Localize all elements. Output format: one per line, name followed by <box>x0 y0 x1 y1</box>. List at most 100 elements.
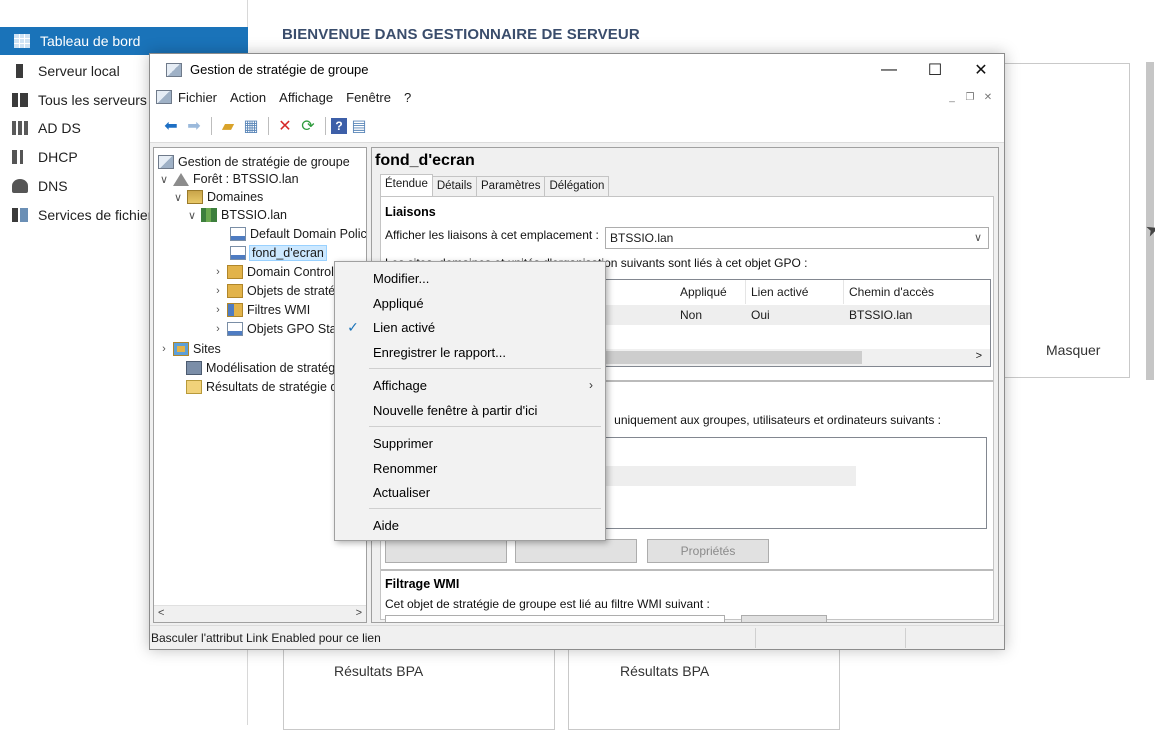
section-divider <box>381 569 993 571</box>
sidebar-item-dashboard[interactable]: Tableau de bord <box>0 27 248 55</box>
menu-bar: Fichier Action Affichage Fenêtre ? _ ❐ ✕ <box>150 85 1004 109</box>
menu-item-rename[interactable]: Renommer <box>335 456 605 480</box>
hide-link[interactable]: Masquer <box>1046 342 1100 358</box>
gpo-folder-icon <box>227 284 243 298</box>
toolbar-separator <box>211 116 212 135</box>
collapsed-chevron-icon[interactable]: › <box>212 323 224 335</box>
welcome-tile <box>990 63 1130 378</box>
collapsed-chevron-icon[interactable]: › <box>158 343 170 355</box>
bpa-results-label[interactable]: Résultats BPA <box>334 663 423 679</box>
dns-icon <box>12 179 28 193</box>
menu-item-edit[interactable]: Modifier... <box>335 266 605 290</box>
sidebar-item-label: DNS <box>38 178 68 194</box>
tree-horizontal-scrollbar[interactable]: < > <box>154 605 366 622</box>
domain-icon <box>201 208 217 222</box>
scroll-right-icon[interactable]: > <box>356 607 362 619</box>
open-wmi-filter-button[interactable] <box>741 615 827 622</box>
menu-item-new-window[interactable]: Nouvelle fenêtre à partir d'ici <box>335 398 605 422</box>
menu-item-link-enabled[interactable]: ✓ Lien activé <box>335 315 605 339</box>
sidebar-item-label: Serveur local <box>38 63 120 79</box>
menu-item-label: Supprimer <box>373 435 433 451</box>
menu-item-refresh[interactable]: Actualiser <box>335 480 605 504</box>
mdi-restore-icon[interactable]: ❐ <box>962 89 978 105</box>
tree-node-domains[interactable]: ∨ Domaines <box>172 187 263 207</box>
collapsed-chevron-icon[interactable]: › <box>212 266 224 278</box>
tab-delegation[interactable]: Délégation <box>544 176 610 196</box>
help-icon[interactable]: ? <box>331 117 347 134</box>
back-icon[interactable]: ⬅ <box>160 115 182 137</box>
bpa-results-label[interactable]: Résultats BPA <box>620 663 709 679</box>
tab-scope[interactable]: Étendue <box>380 174 433 196</box>
mdi-minimize-icon[interactable]: _ <box>944 89 960 105</box>
tree-node-label: Filtres WMI <box>247 303 311 317</box>
delete-icon[interactable]: ✕ <box>274 115 296 137</box>
menu-view[interactable]: Affichage <box>279 90 333 105</box>
refresh-icon[interactable]: ⟳ <box>297 115 319 137</box>
status-bar: Basculer l'attribut Link Enabled pour ce… <box>150 625 1004 649</box>
close-button[interactable]: ✕ <box>958 54 1004 85</box>
toolbar-separator <box>268 116 269 135</box>
cell-link-enabled: Oui <box>751 308 770 322</box>
tree-node-domain[interactable]: ∨ BTSSIO.lan <box>186 205 287 225</box>
cell-applied: Non <box>680 308 703 322</box>
expanded-chevron-icon[interactable]: ∨ <box>172 191 184 204</box>
tree-node-fond-decran[interactable]: fond_d'ecran <box>230 243 327 263</box>
tree-node-sites[interactable]: › Sites <box>158 339 221 359</box>
links-location-value: BTSSIO.lan <box>610 231 674 245</box>
dashboard-icon <box>14 34 30 48</box>
gpo-link-icon <box>230 246 246 260</box>
menu-window[interactable]: Fenêtre <box>346 90 391 105</box>
tree-node-domain-controllers[interactable]: › Domain Controllers <box>212 262 354 282</box>
tree-node-wmi-filters[interactable]: › Filtres WMI <box>212 300 310 320</box>
mdi-close-icon[interactable]: ✕ <box>980 89 996 105</box>
minimize-button[interactable]: — <box>866 54 912 85</box>
add-button[interactable] <box>385 539 507 563</box>
toolbar-separator <box>325 116 326 135</box>
collapsed-chevron-icon[interactable]: › <box>212 304 224 316</box>
column-header-link-enabled[interactable]: Lien activé <box>747 280 844 304</box>
remove-button[interactable] <box>515 539 637 563</box>
wmi-filter-select[interactable] <box>385 615 725 622</box>
collapsed-chevron-icon[interactable]: › <box>212 285 224 297</box>
menu-item-view[interactable]: Affichage › <box>335 373 605 397</box>
menu-file[interactable]: Fichier <box>178 90 217 105</box>
servers-icon <box>12 93 28 107</box>
domains-folder-icon <box>187 190 203 204</box>
scroll-right-icon[interactable]: > <box>976 350 982 362</box>
forward-icon[interactable]: ➡ <box>183 115 205 137</box>
bpa-tile-2 <box>568 640 840 730</box>
menu-item-label: Actualiser <box>373 484 431 500</box>
menu-item-label: Affichage <box>373 377 427 393</box>
tree-node-label: Gestion de stratégie de groupe <box>178 155 350 169</box>
menu-item-delete[interactable]: Supprimer <box>335 431 605 455</box>
column-header-path[interactable]: Chemin d'accès <box>845 280 990 304</box>
menu-item-save-report[interactable]: Enregistrer le rapport... <box>335 340 605 364</box>
window-title: Gestion de stratégie de groupe <box>190 62 369 77</box>
gpmc-root-icon <box>158 155 174 169</box>
tree-node-forest[interactable]: ∨ Forêt : BTSSIO.lan <box>158 169 299 189</box>
menu-item-enforced[interactable]: Appliqué <box>335 291 605 315</box>
properties-icon[interactable]: ▤ <box>348 115 370 137</box>
properties-button[interactable]: Propriétés <box>647 539 769 563</box>
sidebar-item-label: Tableau de bord <box>40 33 141 49</box>
gpmc-menu-icon[interactable] <box>156 90 172 104</box>
up-folder-icon[interactable]: ▰ <box>217 115 239 137</box>
sidebar-item-label: Tous les serveurs <box>38 92 147 108</box>
title-bar[interactable]: Gestion de stratégie de groupe — ☐ ✕ <box>150 54 1004 85</box>
gpo-title: fond_d'ecran <box>375 152 475 169</box>
maximize-button[interactable]: ☐ <box>912 54 958 85</box>
show-hide-tree-icon[interactable]: ▦ <box>240 115 262 137</box>
checkmark-icon: ✓ <box>347 318 359 335</box>
tab-settings[interactable]: Paramètres <box>476 176 546 196</box>
scroll-left-icon[interactable]: < <box>158 607 164 619</box>
menu-help[interactable]: ? <box>404 90 411 105</box>
menu-item-help[interactable]: Aide <box>335 513 605 537</box>
expanded-chevron-icon[interactable]: ∨ <box>158 173 170 186</box>
column-header-applied[interactable]: Appliqué <box>676 280 746 304</box>
links-location-select[interactable]: BTSSIO.lan ∨ <box>605 227 989 249</box>
file-services-icon <box>12 208 28 222</box>
tree-node-default-domain-policy[interactable]: Default Domain Policy <box>230 224 366 244</box>
expanded-chevron-icon[interactable]: ∨ <box>186 209 198 222</box>
menu-action[interactable]: Action <box>230 90 266 105</box>
tab-details[interactable]: Détails <box>431 176 478 196</box>
